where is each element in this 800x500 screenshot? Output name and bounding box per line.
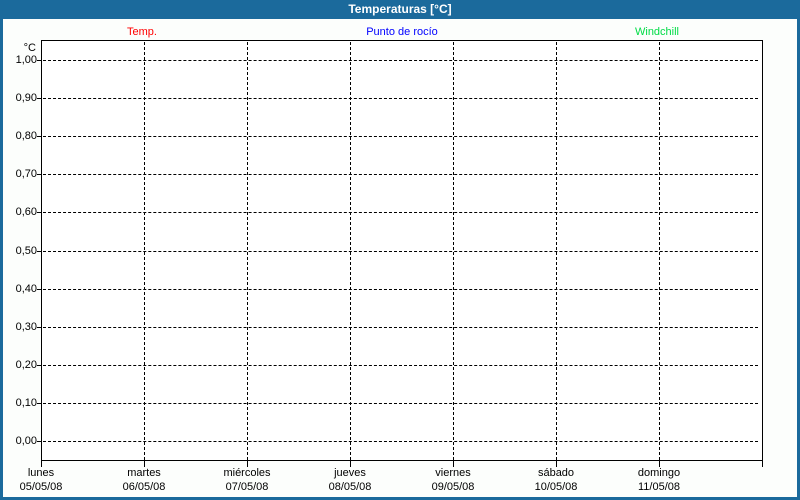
x-axis-tick [247, 461, 248, 467]
y-axis-tick [37, 327, 41, 328]
x-day-label: sábado [538, 467, 574, 479]
y-tick-label: 0,40 [3, 283, 37, 295]
legend-item-2: Punto de rocío [366, 26, 438, 38]
y-tick-label: 0,80 [3, 130, 37, 142]
x-date-label: 10/05/08 [535, 481, 578, 493]
x-date-label: 06/05/08 [123, 481, 166, 493]
x-axis-tick [350, 461, 351, 467]
y-tick-label: 0,70 [3, 168, 37, 180]
plot-area [41, 40, 763, 461]
y-axis-tick [37, 441, 41, 442]
gridline-horizontal [43, 251, 758, 252]
page-title: Temperaturas [°C] [348, 2, 451, 16]
gridline-horizontal [43, 403, 758, 404]
y-tick-label: 0,10 [3, 397, 37, 409]
gridline-vertical [453, 42, 454, 460]
x-day-label: viernes [435, 467, 470, 479]
x-axis-tick [762, 461, 763, 467]
x-day-label: jueves [334, 467, 366, 479]
gridline-horizontal [43, 60, 758, 61]
gridline-vertical [350, 42, 351, 460]
y-tick-label: 0,30 [3, 321, 37, 333]
window-titlebar: Temperaturas [°C] [0, 0, 800, 19]
legend-item-1: Temp. [127, 26, 157, 38]
y-axis-tick [37, 98, 41, 99]
x-date-label: 11/05/08 [638, 481, 680, 493]
y-axis-tick [37, 251, 41, 252]
x-day-label: martes [127, 467, 161, 479]
x-day-label: miércoles [223, 467, 270, 479]
x-date-label: 07/05/08 [226, 481, 269, 493]
y-tick-label: 0,60 [3, 206, 37, 218]
x-day-label: domingo [638, 467, 680, 479]
y-tick-label: 0,00 [3, 435, 37, 447]
y-axis-tick [37, 60, 41, 61]
gridline-vertical [659, 42, 660, 460]
chart-content-area: Temp. Punto de rocío Windchill °C 1,00 0,90… [3, 19, 797, 497]
gridline-horizontal [43, 174, 758, 175]
y-tick-label: 0,90 [3, 92, 37, 104]
y-tick-label: 0,50 [3, 245, 37, 257]
gridline-horizontal [43, 98, 758, 99]
y-axis-tick [37, 365, 41, 366]
y-axis-tick [37, 212, 41, 213]
x-axis-tick [144, 461, 145, 467]
x-axis-tick [659, 461, 660, 467]
x-axis-tick [41, 461, 42, 467]
y-axis-tick [37, 136, 41, 137]
gridline-vertical [144, 42, 145, 460]
x-axis-tick [453, 461, 454, 467]
gridline-horizontal [43, 136, 758, 137]
x-date-label: 09/05/08 [432, 481, 475, 493]
x-date-label: 08/05/08 [329, 481, 372, 493]
x-axis-tick [556, 461, 557, 467]
y-axis-unit-label: °C [3, 42, 36, 54]
gridline-vertical [556, 42, 557, 460]
gridline-horizontal [43, 441, 758, 442]
gridline-horizontal [43, 327, 758, 328]
gridline-horizontal [43, 365, 758, 366]
legend-item-3: Windchill [635, 26, 679, 38]
gridline-horizontal [43, 289, 758, 290]
chart-window: Temperaturas [°C] Temp. Punto de rocío Win… [0, 0, 800, 500]
x-day-label: lunes [28, 467, 54, 479]
y-axis-tick [37, 403, 41, 404]
y-tick-label: 1,00 [3, 54, 37, 66]
gridline-horizontal [43, 212, 758, 213]
gridline-vertical [247, 42, 248, 460]
y-tick-label: 0,20 [3, 359, 37, 371]
y-axis-tick [37, 289, 41, 290]
x-date-label: 05/05/08 [20, 481, 63, 493]
y-axis-tick [37, 174, 41, 175]
